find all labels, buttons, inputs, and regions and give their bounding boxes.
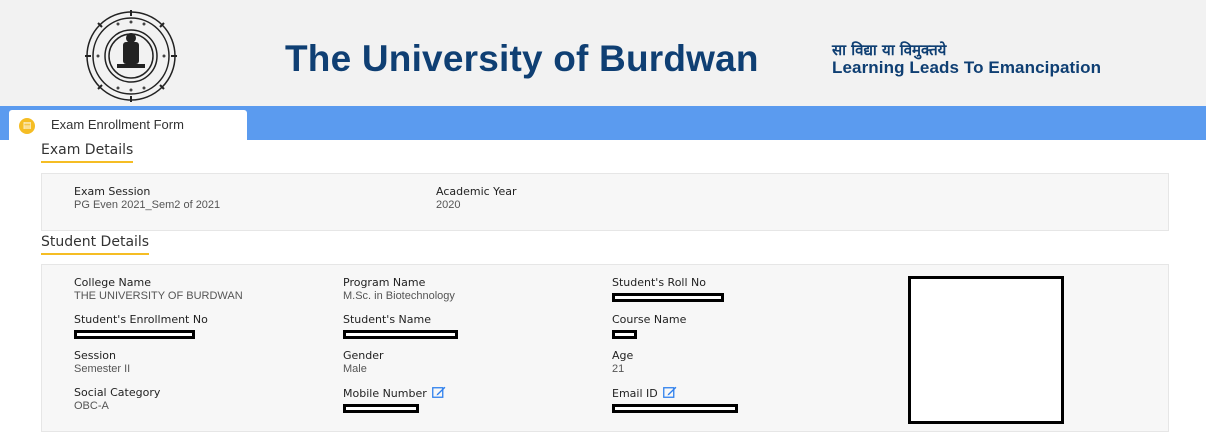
roll-no-field: Student's Roll No — [612, 276, 724, 302]
course-name-redacted — [612, 330, 637, 339]
roll-no-redacted — [612, 293, 724, 302]
gender-value: Male — [343, 363, 367, 375]
form-icon: ▤ — [19, 118, 35, 134]
enrollment-no-label: Student's Enrollment No — [74, 313, 208, 326]
student-name-label: Student's Name — [343, 313, 432, 326]
age-field: Age 21 — [612, 349, 633, 376]
social-category-label: Social Category — [74, 386, 161, 399]
exam-details-heading: Exam Details — [41, 142, 134, 163]
program-name-value: M.Sc. in Biotechnology — [343, 290, 455, 302]
student-details-heading: Student Details — [41, 234, 150, 255]
college-name-value: THE UNIVERSITY OF BURDWAN — [74, 290, 243, 302]
roll-no-label: Student's Roll No — [612, 276, 706, 289]
university-seal-logo — [85, 10, 177, 102]
mobile-number-redacted — [343, 404, 419, 413]
mobile-number-label-row: Mobile Number — [343, 386, 446, 400]
social-category-field: Social Category OBC-A — [74, 386, 160, 413]
edit-mobile-icon[interactable] — [431, 386, 446, 398]
exam-session-label: Exam Session — [74, 185, 151, 198]
tab-exam-enrollment-form[interactable]: ▤ Exam Enrollment Form — [9, 110, 247, 140]
course-name-label: Course Name — [612, 313, 687, 326]
course-name-field: Course Name — [612, 313, 686, 339]
college-name-field: College Name THE UNIVERSITY OF BURDWAN — [74, 276, 243, 303]
motto-english: Learning Leads To Emancipation — [832, 58, 1102, 77]
motto-hindi: सा विद्या या विमुक्तये — [832, 41, 947, 59]
mobile-number-label: Mobile Number — [343, 387, 427, 400]
college-name-label: College Name — [74, 276, 151, 289]
student-name-redacted — [343, 330, 458, 339]
student-photo — [908, 276, 1064, 424]
enrollment-no-redacted — [74, 330, 195, 339]
email-id-label-row: Email ID — [612, 386, 738, 400]
mobile-number-field: Mobile Number — [343, 386, 446, 413]
university-motto: सा विद्या या विमुक्तये Learning Leads To… — [832, 41, 1102, 77]
program-name-field: Program Name M.Sc. in Biotechnology — [343, 276, 455, 303]
exam-session-field: Exam Session PG Even 2021_Sem2 of 2021 — [74, 185, 220, 212]
session-value: Semester II — [74, 363, 131, 375]
university-title: The University of Burdwan — [285, 38, 759, 79]
page-header: The University of Burdwan सा विद्या या व… — [0, 0, 1206, 106]
email-id-field: Email ID — [612, 386, 738, 413]
enrollment-no-field: Student's Enrollment No — [74, 313, 208, 339]
gender-label: Gender — [343, 349, 384, 362]
academic-year-value: 2020 — [436, 199, 461, 211]
student-name-field: Student's Name — [343, 313, 458, 339]
gender-field: Gender Male — [343, 349, 384, 376]
academic-year-field: Academic Year 2020 — [436, 185, 516, 212]
social-category-value: OBC-A — [74, 400, 109, 412]
email-id-label: Email ID — [612, 387, 658, 400]
age-label: Age — [612, 349, 634, 362]
academic-year-label: Academic Year — [436, 185, 517, 198]
session-field: Session Semester II — [74, 349, 130, 376]
age-value: 21 — [612, 363, 625, 375]
tab-bar: ▤ Exam Enrollment Form — [0, 106, 1206, 140]
program-name-label: Program Name — [343, 276, 426, 289]
exam-session-value: PG Even 2021_Sem2 of 2021 — [74, 199, 221, 211]
edit-email-icon[interactable] — [662, 386, 677, 398]
session-label: Session — [74, 349, 116, 362]
email-id-redacted — [612, 404, 738, 413]
tab-label: Exam Enrollment Form — [51, 117, 184, 132]
